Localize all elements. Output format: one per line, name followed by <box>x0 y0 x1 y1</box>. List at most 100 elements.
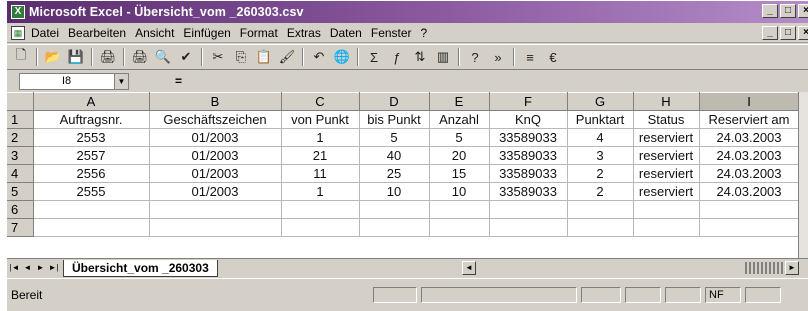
row-header[interactable]: 3 <box>7 146 34 165</box>
cell[interactable] <box>149 218 282 237</box>
row-header[interactable]: 4 <box>7 164 34 183</box>
cell[interactable] <box>489 200 568 219</box>
row-header[interactable]: 6 <box>7 200 34 219</box>
column-header-b[interactable]: B <box>149 92 282 111</box>
cell[interactable]: 24.03.2003 <box>699 182 800 201</box>
close-button[interactable]: × <box>798 4 808 18</box>
cell[interactable]: 10 <box>429 182 490 201</box>
workbook-restore-button[interactable]: □ <box>780 26 796 40</box>
print-icon[interactable]: 🖨 <box>130 47 150 67</box>
copy-icon[interactable]: ⎘ <box>231 47 251 67</box>
cell[interactable]: 5 <box>359 128 430 147</box>
column-header-c[interactable]: C <box>281 92 360 111</box>
cell[interactable] <box>429 218 490 237</box>
cell[interactable]: 2556 <box>33 164 150 183</box>
sort-icon[interactable]: ⇅ <box>410 47 430 67</box>
cell[interactable]: 33589033 <box>489 128 568 147</box>
function-icon[interactable]: ƒ <box>387 47 407 67</box>
cell[interactable]: 20 <box>429 146 490 165</box>
cell[interactable]: reserviert <box>633 146 700 165</box>
cell[interactable]: bis Punkt <box>359 110 430 129</box>
name-box-dropdown-icon[interactable]: ▼ <box>114 73 128 89</box>
cell[interactable] <box>281 200 360 219</box>
more-icon[interactable]: » <box>488 47 508 67</box>
menu-einfuegen[interactable]: Einfügen <box>183 26 230 40</box>
workbook-icon[interactable]: ▦ <box>11 25 25 40</box>
cell[interactable]: 2 <box>567 164 634 183</box>
cell[interactable] <box>567 200 634 219</box>
column-header-d[interactable]: D <box>359 92 430 111</box>
cell[interactable]: 4 <box>567 128 634 147</box>
cell[interactable] <box>429 200 490 219</box>
row-header[interactable]: 7 <box>7 218 34 237</box>
cell[interactable]: 1 <box>281 182 360 201</box>
column-header-h[interactable]: H <box>633 92 700 111</box>
row-header[interactable]: 2 <box>7 128 34 147</box>
cell[interactable]: 15 <box>429 164 490 183</box>
cell[interactable]: 5 <box>429 128 490 147</box>
cell[interactable] <box>633 218 700 237</box>
cell[interactable] <box>33 218 150 237</box>
cell[interactable]: 33589033 <box>489 146 568 165</box>
cell[interactable]: Geschäftszeichen <box>149 110 282 129</box>
cell[interactable]: 01/2003 <box>149 164 282 183</box>
first-sheet-icon[interactable]: |◄ <box>9 261 20 275</box>
row-header[interactable]: 1 <box>7 110 34 129</box>
workbook-close-button[interactable]: × <box>798 26 808 40</box>
excel-app-icon[interactable]: X <box>11 5 25 19</box>
select-all-corner[interactable] <box>7 92 34 111</box>
help-icon[interactable]: ? <box>465 47 485 67</box>
cell[interactable]: KnQ <box>489 110 568 129</box>
cell[interactable]: 2555 <box>33 182 150 201</box>
hyperlink-icon[interactable]: 🌐 <box>332 47 352 67</box>
worksheet-grid[interactable]: A B C D E F G H I 1 Auftragsnr. Geschäftszeichen von… <box>7 92 808 258</box>
cell[interactable]: 24.03.2003 <box>699 146 800 165</box>
cell[interactable] <box>633 200 700 219</box>
prev-sheet-icon[interactable]: ◄ <box>22 261 33 275</box>
cell[interactable]: 01/2003 <box>149 146 282 165</box>
menu-help[interactable]: ? <box>421 26 428 40</box>
cell[interactable]: von Punkt <box>281 110 360 129</box>
cell[interactable]: Status <box>633 110 700 129</box>
cell[interactable]: 01/2003 <box>149 182 282 201</box>
column-header-e[interactable]: E <box>429 92 490 111</box>
cell[interactable] <box>567 218 634 237</box>
scroll-left-icon[interactable]: ◄ <box>462 261 476 275</box>
name-box[interactable]: I8 ▼ <box>19 72 129 90</box>
cell[interactable] <box>33 200 150 219</box>
horizontal-scroll-thumb[interactable] <box>745 262 783 274</box>
cell[interactable] <box>699 218 800 237</box>
vertical-scrollbar[interactable] <box>798 92 808 258</box>
menu-ansicht[interactable]: Ansicht <box>135 26 174 40</box>
cell[interactable]: 21 <box>281 146 360 165</box>
undo-icon[interactable]: ↶ <box>309 47 329 67</box>
currency-icon[interactable]: € <box>543 47 563 67</box>
cell[interactable]: Punktart <box>567 110 634 129</box>
column-header-f[interactable]: F <box>489 92 568 111</box>
align-icon[interactable]: ≡ <box>520 47 540 67</box>
cell[interactable] <box>281 218 360 237</box>
print-preview-icon[interactable]: 🔍 <box>153 47 173 67</box>
permission-icon[interactable]: 🖨 <box>98 47 118 67</box>
menu-daten[interactable]: Daten <box>330 26 362 40</box>
chart-icon[interactable]: ▥ <box>433 47 453 67</box>
cell[interactable] <box>359 218 430 237</box>
cell[interactable]: Anzahl <box>429 110 490 129</box>
cell[interactable] <box>149 200 282 219</box>
cell[interactable]: reserviert <box>633 164 700 183</box>
workbook-minimize-button[interactable]: _ <box>762 26 778 40</box>
cell[interactable]: 25 <box>359 164 430 183</box>
cell[interactable]: 1 <box>281 128 360 147</box>
cell[interactable]: 2557 <box>33 146 150 165</box>
menu-fenster[interactable]: Fenster <box>371 26 412 40</box>
cell[interactable] <box>359 200 430 219</box>
cell[interactable]: 40 <box>359 146 430 165</box>
cell[interactable]: Reserviert am <box>699 110 800 129</box>
column-header-i[interactable]: I <box>699 92 800 111</box>
format-painter-icon[interactable]: 🖌 <box>277 47 297 67</box>
cell[interactable]: 11 <box>281 164 360 183</box>
column-header-a[interactable]: A <box>33 92 150 111</box>
cell[interactable]: 3 <box>567 146 634 165</box>
cell[interactable]: reserviert <box>633 182 700 201</box>
paste-icon[interactable]: 📋 <box>254 47 274 67</box>
